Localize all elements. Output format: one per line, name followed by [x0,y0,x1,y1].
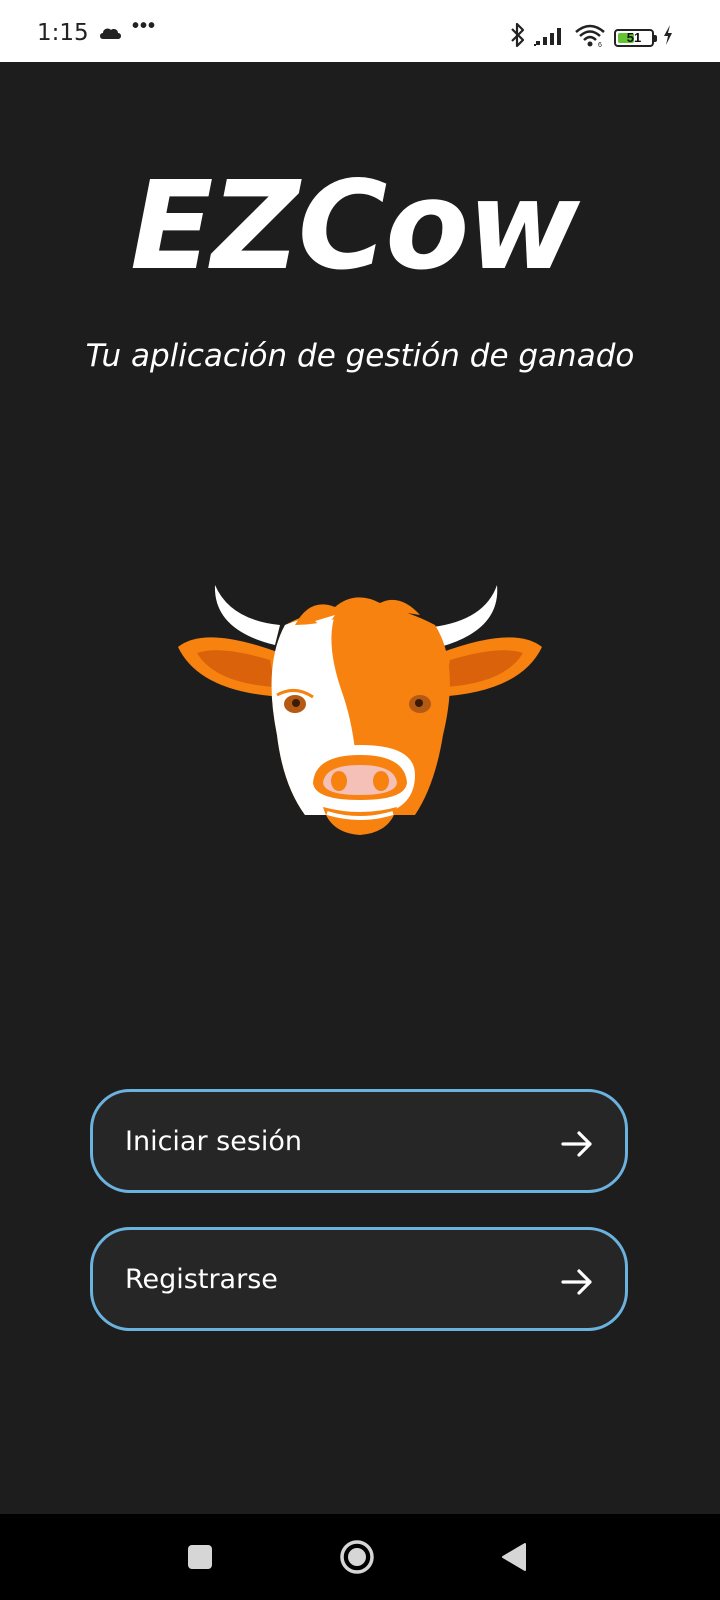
arrow-right-icon [559,1126,595,1162]
cow-head-icon [175,585,545,865]
login-button-label: Iniciar sesión [125,1126,303,1157]
status-icons: 6 51 [510,22,674,53]
register-button-label: Registrarse [125,1264,278,1295]
bluetooth-icon [510,22,526,53]
status-time: 1:15 [37,20,89,46]
screen: 1:15 ••• 6 51 EZCow Tu aplicación de ges… [0,0,720,1600]
register-button[interactable]: Registrarse [90,1227,628,1331]
svg-text:6: 6 [598,42,602,47]
app-title: EZCow [130,155,580,297]
back-triangle-icon[interactable] [474,1514,554,1600]
signal-icon [534,24,566,51]
battery-tip [654,34,657,42]
battery-icon: 51 [614,28,657,47]
navigation-bar [0,1514,720,1600]
more-notifications-icon: ••• [132,15,157,37]
home-circle-icon[interactable] [317,1514,397,1600]
app-subtitle: Tu aplicación de gestión de ganado [85,338,635,374]
login-button[interactable]: Iniciar sesión [90,1089,628,1193]
cloud-icon [98,26,122,45]
wifi-icon: 6 [574,23,606,52]
recents-square-icon[interactable] [160,1514,240,1600]
battery-level: 51 [626,29,642,45]
arrow-right-icon [559,1264,595,1300]
status-bar: 1:15 ••• 6 51 [0,0,720,62]
charging-icon [662,24,674,51]
